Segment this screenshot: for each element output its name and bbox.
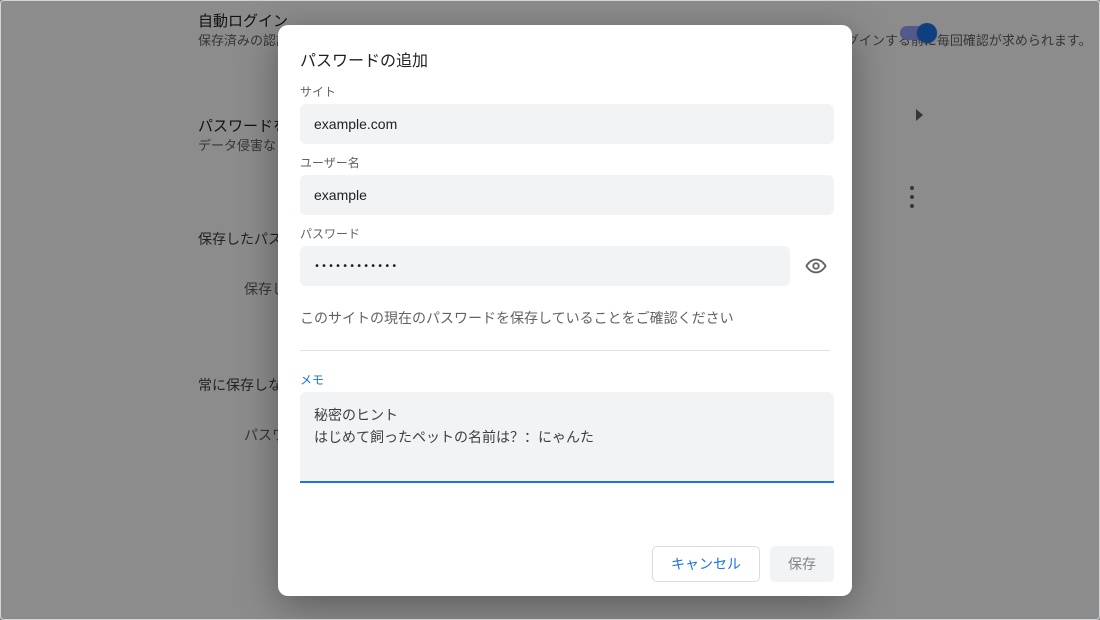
helper-text: このサイトの現在のパスワードを保存していることをご確認ください [300,308,830,328]
cancel-button[interactable]: キャンセル [652,546,760,582]
password-input[interactable] [300,246,790,286]
username-label: ユーザー名 [300,154,830,171]
add-password-dialog: パスワードの追加 サイト ユーザー名 パスワード このサイトの現在のパスワードを… [278,25,852,596]
password-label: パスワード [300,225,830,242]
show-password-button[interactable] [798,248,834,284]
eye-icon [805,255,827,277]
memo-label: メモ [300,371,830,388]
site-label: サイト [300,83,830,100]
dialog-title: パスワードの追加 [300,47,830,71]
memo-textarea[interactable]: 秘密のヒント はじめて飼ったペットの名前は？：にゃんた [300,392,834,483]
username-input[interactable] [300,175,834,215]
divider [300,350,830,351]
save-button[interactable]: 保存 [770,546,834,582]
site-input[interactable] [300,104,834,144]
